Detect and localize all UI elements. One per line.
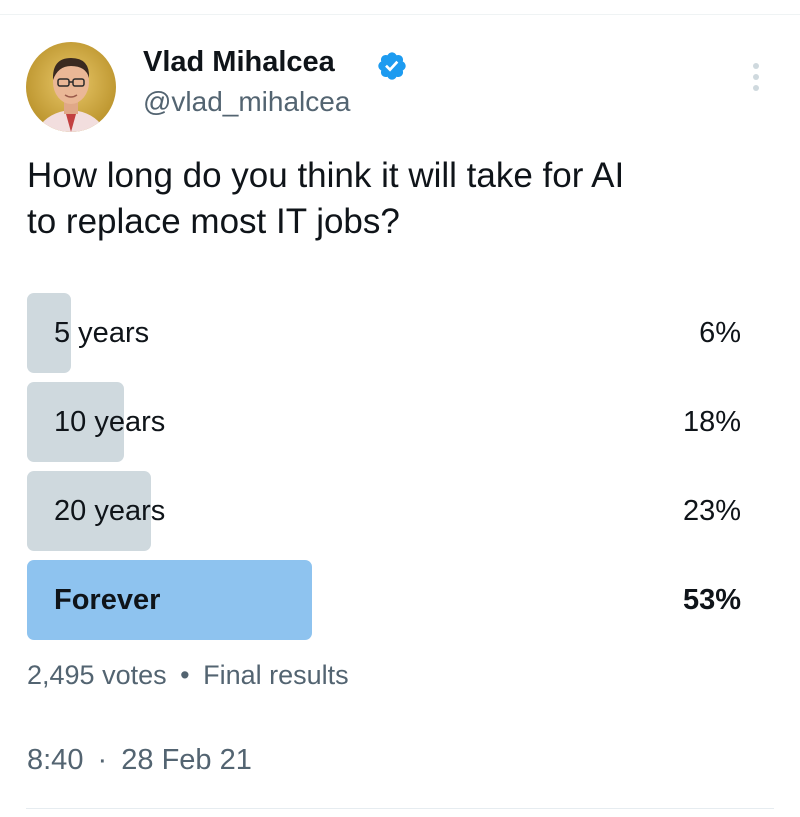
avatar[interactable] (26, 42, 116, 132)
poll-option-label: 10 years (54, 406, 166, 438)
bottom-divider (26, 808, 774, 809)
poll-footer: 2,495 votes • Final results (27, 660, 349, 691)
author-handle[interactable]: @vlad_mihalcea (143, 86, 350, 118)
poll-option-percent: 23% (682, 495, 741, 527)
author-name[interactable]: Vlad Mihalcea (143, 46, 335, 79)
tweet-text-line-1: How long do you think it will take for A… (27, 156, 625, 195)
verified-badge-icon (376, 50, 408, 82)
tweet-timestamp[interactable]: 8:40 · 28 Feb 21 (27, 744, 252, 777)
top-divider (0, 14, 800, 15)
poll-option-percent: 53% (682, 584, 741, 616)
tweet-text: How long do you think it will take for A… (27, 153, 767, 245)
poll-option-label: 5 years (54, 317, 150, 349)
separator-dot: • (180, 660, 190, 690)
more-vertical-icon (753, 63, 759, 91)
poll: 5 years 6% 10 years 18% 20 years 23% For… (27, 293, 749, 649)
poll-option-label: 20 years (54, 495, 166, 527)
poll-status: Final results (203, 660, 349, 690)
poll-option: Forever 53% (27, 560, 749, 640)
tweet-text-line-2: to replace most IT jobs? (27, 202, 400, 241)
tweet-card: Vlad Mihalcea @vlad_mihalcea How long do… (0, 0, 800, 817)
poll-option: 20 years 23% (27, 471, 749, 551)
poll-option-label: Forever (54, 584, 161, 616)
tweet-date: 28 Feb 21 (121, 744, 252, 776)
separator-dot: · (97, 744, 108, 776)
poll-option-percent: 18% (682, 406, 741, 438)
poll-vote-count[interactable]: 2,495 votes (27, 660, 167, 690)
poll-option-percent: 6% (699, 317, 741, 349)
more-options-button[interactable] (742, 58, 770, 98)
tweet-time: 8:40 (27, 744, 84, 776)
poll-option: 5 years 6% (27, 293, 749, 373)
poll-option: 10 years 18% (27, 382, 749, 462)
